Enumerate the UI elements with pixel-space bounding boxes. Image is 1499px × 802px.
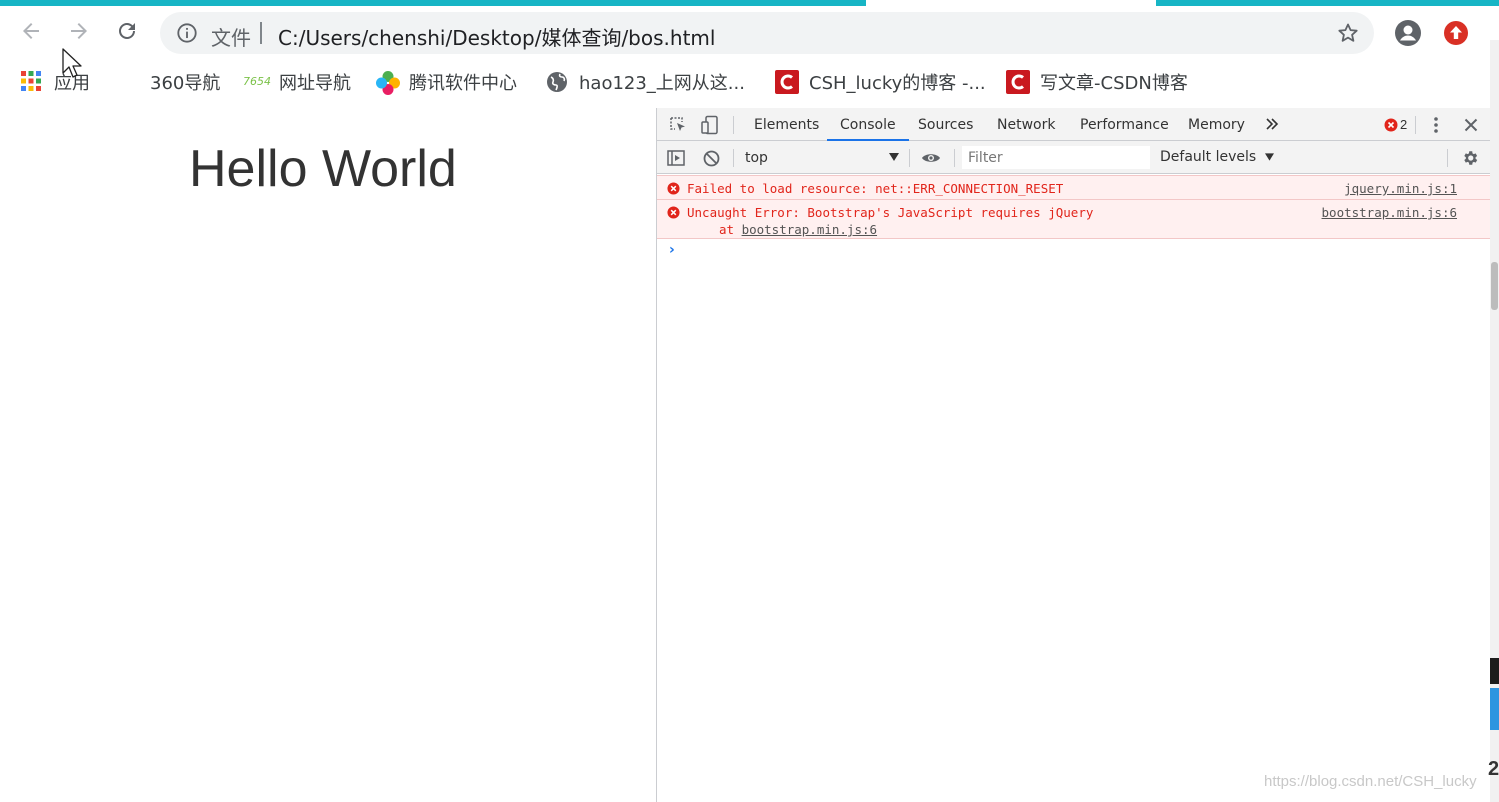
log-levels-dropdown[interactable]: Default levels bbox=[1160, 149, 1274, 165]
watermark: https://blog.csdn.net/CSH_lucky bbox=[1264, 773, 1477, 790]
bookmark-tencent[interactable]: 腾讯软件中心 bbox=[375, 68, 517, 96]
tab-console[interactable]: Console bbox=[827, 108, 909, 141]
bookmark-7654[interactable]: 7654 网址导航 bbox=[243, 68, 351, 96]
csdn-icon bbox=[775, 70, 799, 94]
console-error-message[interactable]: Uncaught Error: Bootstrap's JavaScript r… bbox=[657, 199, 1491, 239]
bookmark-label: 网址导航 bbox=[279, 73, 351, 94]
bookmark-star-icon[interactable] bbox=[1336, 21, 1360, 45]
error-count[interactable]: 2 bbox=[1400, 117, 1407, 132]
error-icon bbox=[667, 206, 680, 219]
bookmark-label: CSH_lucky的博客 -... bbox=[809, 73, 986, 94]
bookmark-label: 360导航 bbox=[150, 73, 221, 94]
source-link[interactable]: bootstrap.min.js:6 bbox=[1322, 205, 1457, 220]
csdn-icon bbox=[1006, 70, 1030, 94]
dropdown-caret-icon bbox=[889, 153, 899, 161]
bookmark-label: hao123_上网从这... bbox=[579, 73, 745, 94]
edge-text: 2 bbox=[1488, 758, 1499, 780]
mouse-cursor-icon bbox=[62, 48, 82, 78]
device-toolbar-icon[interactable] bbox=[699, 114, 721, 136]
log-levels-label: Default levels bbox=[1160, 149, 1257, 165]
dropdown-caret-icon bbox=[1264, 153, 1274, 161]
7654-favicon: 7654 bbox=[243, 75, 271, 88]
source-link[interactable]: jquery.min.js:1 bbox=[1344, 181, 1457, 196]
tab-sources[interactable]: Sources bbox=[918, 108, 973, 141]
toolbar-divider bbox=[909, 149, 910, 167]
omnibox[interactable]: 文件 C:/Users/chenshi/Desktop/媒体查询/bos.htm… bbox=[160, 12, 1374, 54]
bookmarks-bar: 应用 360导航 7654 网址导航 腾讯软件中心 hao123_上网从这...… bbox=[0, 64, 1490, 100]
scrollbar-thumb[interactable] bbox=[1491, 262, 1498, 310]
devtools-panel: Elements Console Sources Network Perform… bbox=[656, 108, 1491, 802]
tab-divider bbox=[1415, 116, 1416, 134]
page-heading: Hello World bbox=[189, 140, 457, 198]
back-arrow-icon bbox=[23, 23, 39, 39]
error-count-icon[interactable] bbox=[1383, 117, 1399, 133]
tab-elements[interactable]: Elements bbox=[754, 108, 819, 141]
reload-icon bbox=[119, 22, 135, 39]
omnibox-separator bbox=[260, 22, 262, 44]
console-toolbar: top Default levels bbox=[657, 141, 1491, 174]
forward-button[interactable] bbox=[64, 16, 94, 46]
show-sidebar-icon[interactable] bbox=[666, 148, 686, 168]
toolbar-divider bbox=[733, 149, 734, 167]
edge-dark-block bbox=[1490, 658, 1499, 684]
globe-icon bbox=[545, 70, 569, 94]
edge-blue-block bbox=[1490, 688, 1499, 730]
bookmark-csh-blog[interactable]: CSH_lucky的博客 -... bbox=[775, 68, 986, 96]
clear-console-icon[interactable] bbox=[701, 148, 721, 168]
browser-toolbar: 文件 C:/Users/chenshi/Desktop/媒体查询/bos.htm… bbox=[0, 6, 1490, 60]
forward-arrow-icon bbox=[71, 23, 87, 39]
tab-divider bbox=[733, 116, 734, 134]
bookmark-csdn-write[interactable]: 写文章-CSDN博客 bbox=[1006, 68, 1188, 96]
security-label[interactable]: 文件 bbox=[211, 22, 251, 51]
reload-button[interactable] bbox=[112, 16, 142, 46]
toolbar-divider bbox=[1447, 149, 1448, 167]
tab-memory[interactable]: Memory bbox=[1188, 108, 1245, 141]
toolbar-divider bbox=[954, 149, 955, 167]
error-text: Failed to load resource: net::ERR_CONNEC… bbox=[687, 181, 1064, 196]
error-icon bbox=[667, 182, 680, 195]
devtools-menu-icon[interactable] bbox=[1428, 114, 1444, 136]
inspect-element-icon[interactable] bbox=[667, 114, 689, 136]
console-settings-gear-icon[interactable] bbox=[1459, 147, 1481, 169]
update-icon[interactable] bbox=[1443, 20, 1469, 46]
bookmark-label: 腾讯软件中心 bbox=[409, 73, 517, 94]
url-text[interactable]: C:/Users/chenshi/Desktop/媒体查询/bos.html bbox=[278, 22, 715, 51]
stack-source-link[interactable]: bootstrap.min.js:6 bbox=[742, 222, 877, 237]
console-error-message[interactable]: Failed to load resource: net::ERR_CONNEC… bbox=[657, 175, 1491, 200]
profile-avatar-icon[interactable] bbox=[1394, 19, 1422, 47]
tab-performance[interactable]: Performance bbox=[1080, 108, 1169, 141]
bookmark-label: 写文章-CSDN博客 bbox=[1040, 73, 1188, 94]
context-select[interactable]: top bbox=[737, 148, 905, 168]
back-button[interactable] bbox=[16, 16, 46, 46]
live-expression-eye-icon[interactable] bbox=[920, 148, 942, 168]
console-prompt[interactable]: › bbox=[669, 242, 675, 258]
devtools-tab-bar: Elements Console Sources Network Perform… bbox=[657, 108, 1491, 141]
window-scrollbar[interactable]: 2 bbox=[1488, 40, 1499, 802]
bookmark-360[interactable]: 360导航 bbox=[150, 68, 220, 96]
error-text: Uncaught Error: Bootstrap's JavaScript r… bbox=[687, 205, 1094, 220]
context-value: top bbox=[745, 150, 768, 166]
bookmark-hao123[interactable]: hao123_上网从这... bbox=[545, 68, 745, 96]
more-tabs-chevron-icon[interactable] bbox=[1263, 115, 1281, 133]
apps-grid-icon bbox=[20, 70, 44, 94]
tencent-software-icon bbox=[375, 70, 400, 95]
close-devtools-icon[interactable] bbox=[1461, 115, 1481, 135]
info-icon[interactable] bbox=[176, 22, 198, 44]
stack-prefix: at bbox=[719, 222, 742, 237]
filter-input[interactable] bbox=[962, 146, 1150, 169]
stack-trace-line: at bootstrap.min.js:6 bbox=[719, 222, 877, 237]
tab-network[interactable]: Network bbox=[997, 108, 1055, 141]
